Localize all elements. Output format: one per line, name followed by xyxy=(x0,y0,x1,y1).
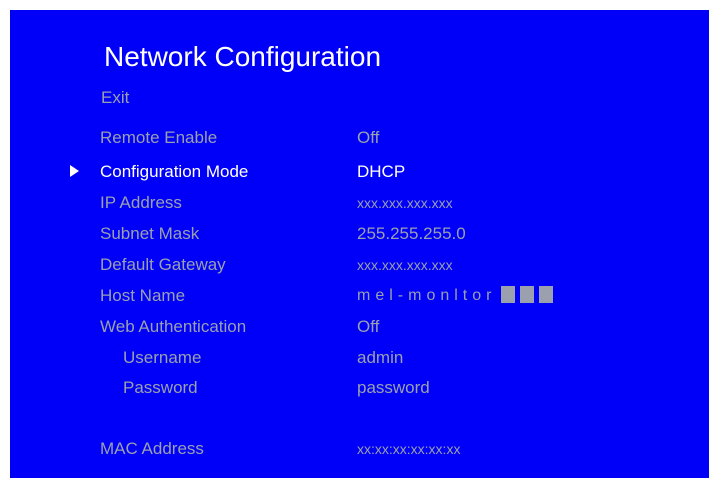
setting-label: Subnet Mask xyxy=(100,224,200,243)
setting-label: Web Authentication xyxy=(100,317,247,336)
setting-label: Username xyxy=(123,348,202,367)
setting-label: Configuration Mode xyxy=(100,162,249,181)
setting-label: Remote Enable xyxy=(100,128,218,147)
setting-label: Default Gateway xyxy=(100,255,226,274)
setting-row-password[interactable]: Password password xyxy=(10,377,709,401)
setting-label: MAC Address xyxy=(100,439,204,458)
setting-value: xxx.xxx.xxx.xxx xyxy=(357,195,453,211)
setting-row-web-authentication[interactable]: Web Authentication Off xyxy=(10,316,709,340)
selection-pointer-icon xyxy=(70,165,79,177)
setting-value: xxx.xxx.xxx.xxx xyxy=(357,257,453,273)
setting-value: Off xyxy=(357,317,380,336)
setting-row-mac-address: MAC Address xx:xx:xx:xx:xx:xx xyxy=(10,438,709,462)
setting-value: DHCP xyxy=(357,162,406,181)
setting-row-ip-address[interactable]: IP Address xxx.xxx.xxx.xxx xyxy=(10,192,709,216)
setting-value: mel-monltor xyxy=(357,287,497,304)
setting-row-remote-enable[interactable]: Remote Enable Off xyxy=(10,127,709,151)
exit-menu-item[interactable]: Exit xyxy=(101,88,129,108)
setting-value: Off xyxy=(357,128,380,147)
setting-value: password xyxy=(357,378,430,397)
redacted-block xyxy=(520,286,535,303)
setting-label: Password xyxy=(123,378,198,397)
setting-value: admin xyxy=(357,348,404,367)
osd-menu-panel: Network Configuration Exit Remote Enable… xyxy=(10,10,709,478)
setting-value: 255.255.255.0 xyxy=(357,224,466,243)
setting-row-subnet-mask[interactable]: Subnet Mask 255.255.255.0 xyxy=(10,223,709,247)
setting-label: IP Address xyxy=(100,193,182,212)
setting-row-default-gateway[interactable]: Default Gateway xxx.xxx.xxx.xxx xyxy=(10,254,709,278)
setting-row-host-name[interactable]: Host Name mel-monltor xyxy=(10,285,709,309)
setting-label: Host Name xyxy=(100,286,186,305)
setting-row-username[interactable]: Username admin xyxy=(10,347,709,371)
setting-row-configuration-mode[interactable]: Configuration Mode DHCP xyxy=(10,161,709,185)
menu-title: Network Configuration xyxy=(104,41,382,72)
setting-value: xx:xx:xx:xx:xx:xx xyxy=(357,441,461,457)
redacted-block xyxy=(539,286,554,303)
redacted-block xyxy=(501,286,516,303)
host-name-value-group: mel-monltor xyxy=(357,285,554,307)
